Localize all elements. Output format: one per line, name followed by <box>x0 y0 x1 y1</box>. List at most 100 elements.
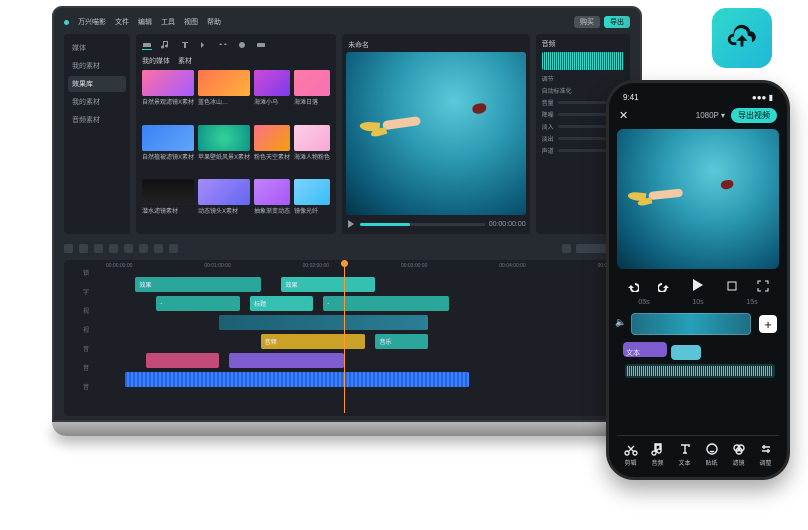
phone-audio-clip[interactable] <box>625 364 775 378</box>
track-header[interactable]: 音 <box>68 377 104 396</box>
playhead[interactable] <box>344 263 345 413</box>
media-thumb[interactable]: 镜像光纤 <box>294 179 330 230</box>
undo-icon[interactable] <box>64 244 73 253</box>
crop-icon[interactable] <box>124 244 133 253</box>
phone-fullscreen-icon[interactable] <box>757 280 769 292</box>
sidebar-item-audio[interactable]: 音频素材 <box>68 112 126 128</box>
timeline-clip[interactable] <box>146 353 219 368</box>
phone-preview-video[interactable] <box>617 129 779 269</box>
media-thumb[interactable]: 自然景观滤镜X素材 <box>142 70 194 121</box>
export-pill[interactable]: 导出 <box>604 16 630 28</box>
time-ruler[interactable]: 00:00:00:0000:01:00:0000:02:00:0000:03:0… <box>104 263 626 275</box>
media-subtab-stock[interactable]: 素材 <box>178 56 192 66</box>
mute-icon[interactable]: 🔈 <box>615 317 626 328</box>
timeline-track[interactable]: 效果 效果 <box>104 275 626 294</box>
media-thumb[interactable]: 海滩小马 <box>254 70 290 121</box>
track-header[interactable]: 字 <box>68 282 104 301</box>
tracks-area[interactable]: 效果 效果 -标题- 音频音乐 <box>104 275 626 408</box>
phone-tab-filter[interactable]: 滤镜 <box>732 442 746 467</box>
timeline-clip[interactable]: 音频 <box>261 334 365 349</box>
phone-export-button[interactable]: 导出视频 <box>731 108 777 123</box>
track-header[interactable]: 音 <box>68 339 104 358</box>
track-header[interactable]: 视 <box>68 320 104 339</box>
phone-audio-track[interactable] <box>617 364 779 380</box>
timeline-track[interactable] <box>104 313 626 332</box>
props-tab[interactable]: 调节 <box>542 74 624 83</box>
phone-text-clip[interactable]: 文本 <box>623 342 667 357</box>
timeline-clip[interactable]: 音乐 <box>375 334 427 349</box>
media-thumb[interactable]: 潜水滤镜素材 <box>142 179 194 230</box>
media-thumb[interactable]: 粉色天空素材 <box>254 125 290 176</box>
buy-pill[interactable]: 购买 <box>574 16 600 28</box>
play-icon[interactable] <box>346 219 356 229</box>
phone-redo-icon[interactable] <box>658 280 670 292</box>
media-subtab-my[interactable]: 我的媒体 <box>142 56 170 66</box>
track-header[interactable]: 音 <box>68 358 104 377</box>
timeline-clip[interactable] <box>125 372 470 387</box>
phone-video-clip[interactable] <box>631 313 751 335</box>
timeline-clip[interactable]: - <box>156 296 240 311</box>
phone-tab-text[interactable]: 文本 <box>678 442 692 467</box>
redo-icon[interactable] <box>79 244 88 253</box>
sidebar-item-my-assets[interactable]: 我的素材 <box>68 58 126 74</box>
media-thumb[interactable]: 苹果壁纸风景X素材 <box>198 125 250 176</box>
media-thumb[interactable]: 蓝色冰山… <box>198 70 250 121</box>
phone-video-track[interactable]: 🔈 + <box>617 310 779 338</box>
folder-icon[interactable] <box>142 40 152 50</box>
timeline-track[interactable]: -标题- <box>104 294 626 313</box>
sidebar-item-effects[interactable]: 效果库 <box>68 76 126 92</box>
menu-help[interactable]: 帮助 <box>207 17 221 27</box>
phone-undo-icon[interactable] <box>627 280 639 292</box>
marker-icon[interactable] <box>169 244 178 253</box>
music-icon[interactable] <box>161 40 171 50</box>
zoom-out-icon[interactable] <box>562 244 571 253</box>
preview-progress[interactable] <box>360 223 485 226</box>
media-thumb[interactable]: 抽象渐变动态 <box>254 179 290 230</box>
timeline-track[interactable] <box>104 370 626 389</box>
subtitle-icon[interactable] <box>256 40 266 50</box>
menu-tools[interactable]: 工具 <box>161 17 175 27</box>
menu-view[interactable]: 视图 <box>184 17 198 27</box>
phone-tab-adjust[interactable]: 调整 <box>759 442 773 467</box>
menu-file[interactable]: 文件 <box>115 17 129 27</box>
track-header[interactable]: 视 <box>68 301 104 320</box>
transition-icon[interactable] <box>218 40 228 50</box>
sidebar-item-media[interactable]: 媒体 <box>68 40 126 56</box>
add-clip-button[interactable]: + <box>759 315 777 333</box>
media-thumb[interactable]: 动态镜头X素材 <box>198 179 250 230</box>
timeline-clip[interactable]: - <box>323 296 448 311</box>
delete-icon[interactable] <box>109 244 118 253</box>
track-header[interactable]: 锁 <box>68 263 104 282</box>
phone-tab-sticker[interactable]: 贴纸 <box>705 442 719 467</box>
element-icon[interactable] <box>237 40 247 50</box>
cloud-download-badge[interactable] <box>712 8 772 68</box>
timeline-track[interactable] <box>104 389 626 408</box>
media-thumb[interactable]: 海滩日落 <box>294 70 330 121</box>
speed-icon[interactable] <box>139 244 148 253</box>
phone-clip-2[interactable] <box>671 345 701 360</box>
resolution-selector[interactable]: 1080P ▾ <box>696 111 725 120</box>
phone-tab-cut[interactable]: 剪辑 <box>624 442 638 467</box>
props-auto-norm[interactable]: 自动标准化 <box>542 86 572 95</box>
sidebar-item-assets-2[interactable]: 我的素材 <box>68 94 126 110</box>
phone-play-icon[interactable] <box>690 278 706 294</box>
timeline-clip[interactable]: 效果 <box>135 277 260 292</box>
timeline-clip[interactable]: 标题 <box>250 296 313 311</box>
timeline-track[interactable] <box>104 351 626 370</box>
timeline-clip[interactable]: 效果 <box>281 277 375 292</box>
timeline-track[interactable]: 音频音乐 <box>104 332 626 351</box>
media-thumb[interactable]: 海滩人物粉色 <box>294 125 330 176</box>
fx-icon[interactable] <box>199 40 209 50</box>
phone-tab-audio[interactable]: 音频 <box>651 442 665 467</box>
preview-video[interactable] <box>346 52 526 215</box>
media-thumb[interactable]: 自然植被滤镜X素材 <box>142 125 194 176</box>
color-icon[interactable] <box>154 244 163 253</box>
text-icon[interactable] <box>180 40 190 50</box>
timeline-clip[interactable] <box>219 315 428 330</box>
close-icon[interactable]: ✕ <box>619 109 628 122</box>
phone-text-track[interactable]: 文本 <box>617 342 779 360</box>
menu-edit[interactable]: 编辑 <box>138 17 152 27</box>
timeline-clip[interactable] <box>229 353 344 368</box>
cut-icon[interactable] <box>94 244 103 253</box>
timeline-body[interactable]: 00:00:00:0000:01:00:0000:02:00:0000:03:0… <box>104 263 626 413</box>
